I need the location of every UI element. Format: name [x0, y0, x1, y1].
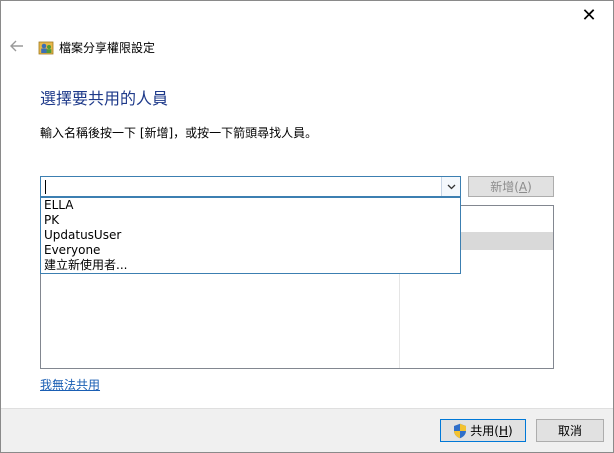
window-title: 檔案分享權限設定: [59, 41, 156, 55]
text-cursor: [45, 180, 46, 194]
page-heading: 選擇要共用的人員: [40, 89, 169, 108]
footer-bar: 共用(H) 取消: [1, 408, 613, 452]
person-name-combobox[interactable]: [40, 176, 461, 197]
cancel-button[interactable]: 取消: [536, 419, 604, 442]
dropdown-item-pk[interactable]: PK: [41, 213, 460, 228]
selected-row-highlight: [461, 232, 553, 250]
add-button[interactable]: 新增(A): [468, 176, 554, 197]
dropdown-item-create-user[interactable]: 建立新使用者...: [41, 258, 460, 273]
chevron-down-icon: [447, 184, 455, 189]
people-dropdown-list: ELLA PK UpdatusUser Everyone 建立新使用者...: [40, 197, 461, 274]
dropdown-arrow-button[interactable]: [441, 177, 460, 196]
share-users-icon: [38, 41, 54, 55]
dropdown-item-updatususer[interactable]: UpdatusUser: [41, 228, 460, 243]
close-icon: ✕: [581, 4, 597, 26]
dialog-window: ✕ 檔案分享權限設定 選擇要共用的人員 輸入名稱後按一下 [新增]，或按一下箭頭…: [0, 0, 614, 453]
cannot-share-link[interactable]: 我無法共用: [40, 376, 100, 393]
dropdown-item-everyone[interactable]: Everyone: [41, 243, 460, 258]
uac-shield-icon: [454, 423, 467, 438]
back-arrow-icon: [10, 40, 23, 52]
close-button[interactable]: ✕: [577, 3, 601, 27]
instruction-text: 輸入名稱後按一下 [新增]，或按一下箭頭尋找人員。: [40, 126, 318, 140]
share-button[interactable]: 共用(H): [440, 419, 526, 442]
dropdown-item-ella[interactable]: ELLA: [41, 198, 460, 213]
back-button[interactable]: [7, 37, 27, 55]
